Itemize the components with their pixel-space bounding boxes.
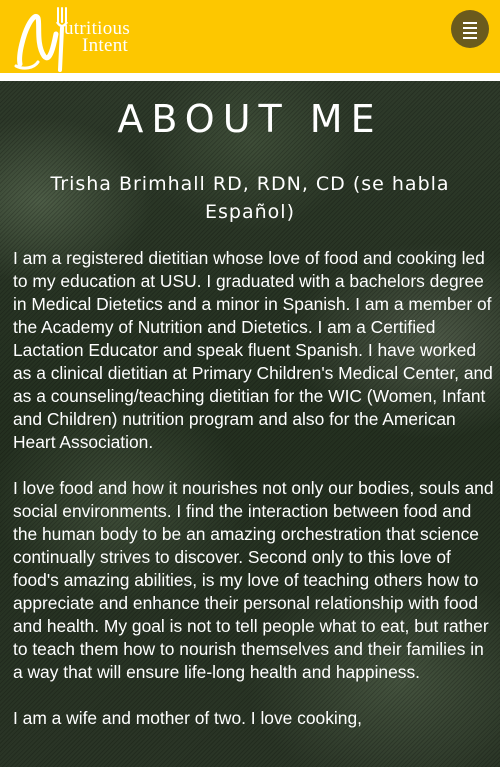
logo-text-line2: Intent bbox=[82, 35, 129, 56]
header-divider bbox=[0, 73, 500, 81]
bio-paragraph: I am a registered dietitian whose love o… bbox=[13, 248, 493, 452]
page-subtitle: Trisha Brimhall RD, RDN, CD (se habla Es… bbox=[50, 173, 450, 223]
site-logo[interactable]: utritious Intent bbox=[14, 4, 174, 72]
bio-paragraph: I am a wife and mother of two. I love co… bbox=[13, 708, 362, 728]
site-header: utritious Intent bbox=[0, 0, 500, 73]
bio-paragraph: I love food and how it nourishes not onl… bbox=[13, 478, 494, 682]
bio-text: I am a registered dietitian whose love o… bbox=[13, 247, 497, 753]
page-title: ABOUT ME bbox=[117, 97, 383, 141]
menu-button[interactable] bbox=[451, 10, 489, 48]
